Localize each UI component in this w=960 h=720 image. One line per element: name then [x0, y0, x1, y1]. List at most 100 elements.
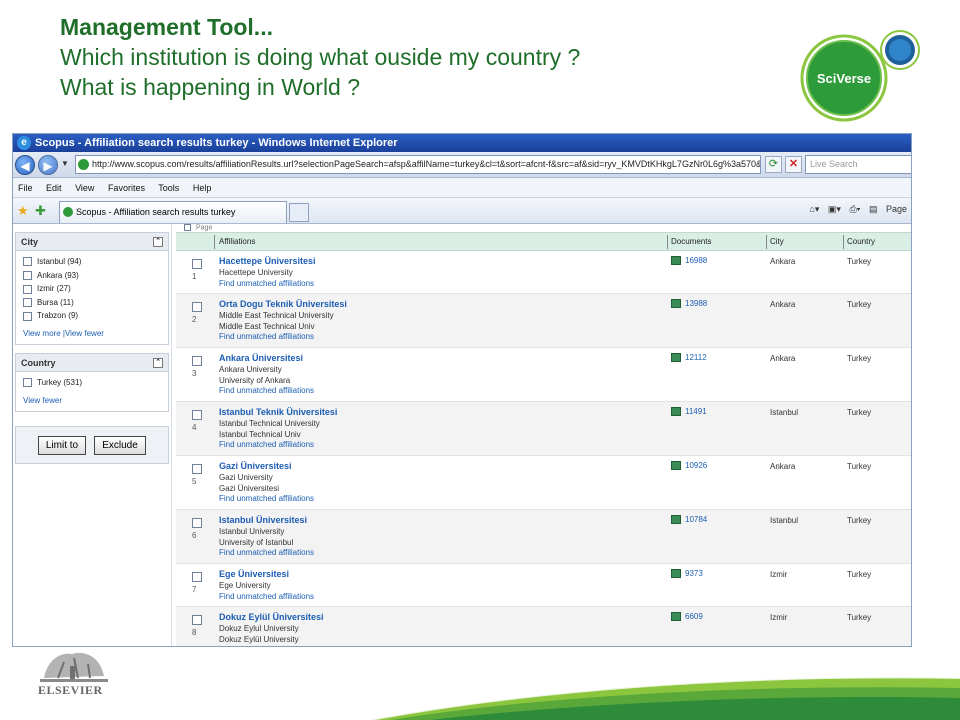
documents-count[interactable]: 6609 — [685, 612, 703, 621]
favorites-star-icon[interactable]: ★ — [17, 203, 29, 219]
back-button[interactable]: ◀ — [15, 155, 35, 175]
tab-scopus[interactable]: Scopus - Affiliation search results turk… — [59, 201, 287, 223]
column-affiliations[interactable]: Affiliations — [219, 233, 255, 251]
address-toolbar: ◀ ▶ ▼ http://www.scopus.com/results/affi… — [13, 152, 911, 178]
affiliation-link[interactable]: Hacettepe Üniversitesi — [219, 256, 316, 266]
row-checkbox[interactable] — [192, 518, 202, 528]
row-checkbox[interactable] — [192, 410, 202, 420]
results-rows: 1 Hacettepe Üniversitesi Hacettepe Univers… — [176, 251, 911, 646]
documents-icon — [671, 569, 681, 579]
affiliation-link[interactable]: Ege Üniversitesi — [219, 569, 289, 579]
live-search-input[interactable]: Live Search — [805, 155, 911, 174]
footer-swoosh — [370, 676, 960, 720]
find-unmatched-link[interactable]: Find unmatched affiliations — [219, 440, 314, 449]
column-country[interactable]: Country — [847, 233, 875, 251]
menu-file[interactable]: File — [18, 183, 33, 193]
facet-checkbox[interactable] — [23, 378, 32, 388]
affiliation-link[interactable]: Istanbul Üniversitesi — [219, 515, 307, 525]
documents-cell[interactable]: 16988 — [671, 256, 707, 266]
affiliation-link[interactable]: Dokuz Eylül Üniversitesi — [219, 612, 324, 622]
country-cell: Turkey — [847, 300, 872, 309]
find-unmatched-link[interactable]: Find unmatched affiliations — [219, 332, 314, 341]
page-content: City ⌃ Istanbul (94) Ankara (93) Izmir (… — [13, 224, 911, 646]
menu-edit[interactable]: Edit — [46, 183, 62, 193]
documents-cell[interactable]: 13988 — [671, 299, 707, 309]
facet-checkbox[interactable] — [23, 270, 32, 280]
documents-cell[interactable]: 11491 — [671, 407, 707, 417]
affiliation-variant: Istanbul University — [219, 527, 285, 536]
documents-count[interactable]: 10784 — [685, 515, 707, 524]
address-input[interactable]: http://www.scopus.com/results/affiliatio… — [75, 155, 761, 174]
facet-checkbox[interactable] — [23, 311, 32, 321]
print-icon[interactable]: ⎙▾ — [849, 204, 860, 214]
view-more-link[interactable]: View more |View fewer — [23, 329, 163, 338]
affiliation-variant: University of Ankara — [219, 375, 291, 385]
page-menu[interactable]: ▤ Page — [869, 204, 907, 214]
row-checkbox[interactable] — [192, 615, 202, 625]
row-checkbox[interactable] — [192, 356, 202, 366]
facet-label: Ankara (93) — [37, 270, 79, 280]
menu-tools[interactable]: Tools — [158, 183, 179, 193]
history-dropdown-icon[interactable]: ▼ — [61, 159, 69, 168]
title-line-1: Management Tool... — [60, 14, 273, 40]
find-unmatched-link[interactable]: Find unmatched affiliations — [219, 645, 314, 646]
facet-item[interactable]: Bursa (11) — [23, 296, 163, 310]
documents-count[interactable]: 13988 — [685, 299, 707, 308]
collapse-icon[interactable]: ⌃ — [153, 237, 163, 247]
documents-count[interactable]: 16988 — [685, 256, 707, 265]
row-checkbox[interactable] — [192, 464, 202, 474]
row-checkbox[interactable] — [192, 302, 202, 312]
facet-checkbox[interactable] — [23, 284, 32, 294]
documents-count[interactable]: 12112 — [685, 353, 707, 362]
stop-button[interactable]: ✕ — [785, 156, 802, 173]
home-icon[interactable]: ⌂▾ — [809, 204, 819, 214]
affiliation-link[interactable]: Istanbul Teknik Üniversitesi — [219, 407, 337, 417]
select-page-checkbox[interactable] — [184, 224, 191, 231]
column-city[interactable]: City — [770, 233, 784, 251]
documents-count[interactable]: 11491 — [685, 407, 707, 416]
facet-checkbox[interactable] — [23, 298, 32, 308]
facet-item[interactable]: Turkey (531) — [23, 376, 163, 390]
documents-cell[interactable]: 6609 — [671, 612, 703, 622]
table-row: 4 Istanbul Teknik Üniversitesi Istanbul Te… — [176, 402, 911, 456]
affiliation-link[interactable]: Ankara Üniversitesi — [219, 353, 303, 363]
find-unmatched-link[interactable]: Find unmatched affiliations — [219, 386, 314, 395]
find-unmatched-link[interactable]: Find unmatched affiliations — [219, 548, 314, 557]
exclude-button[interactable]: Exclude — [94, 435, 146, 455]
city-panel: City ⌃ Istanbul (94) Ankara (93) Izmir (… — [15, 232, 169, 345]
facet-checkbox[interactable] — [23, 257, 32, 267]
documents-cell[interactable]: 10926 — [671, 461, 707, 471]
forward-button[interactable]: ▶ — [38, 155, 58, 175]
add-favorite-icon[interactable]: ✚ — [35, 203, 46, 219]
limit-to-button[interactable]: Limit to — [38, 435, 86, 455]
new-tab-button[interactable] — [289, 203, 309, 222]
feeds-icon[interactable]: ▣▾ — [828, 204, 841, 214]
find-unmatched-link[interactable]: Find unmatched affiliations — [219, 494, 314, 503]
documents-cell[interactable]: 9373 — [671, 569, 703, 579]
documents-cell[interactable]: 10784 — [671, 515, 707, 525]
facet-item[interactable]: Ankara (93) — [23, 269, 163, 283]
facet-item[interactable]: Trabzon (9) — [23, 309, 163, 323]
collapse-icon[interactable]: ⌃ — [153, 357, 163, 368]
site-icon — [78, 159, 89, 170]
find-unmatched-link[interactable]: Find unmatched affiliations — [219, 592, 314, 601]
table-row: 2 Orta Dogu Teknik Üniversitesi Middle Eas… — [176, 294, 911, 348]
row-checkbox[interactable] — [192, 259, 202, 269]
view-fewer-link[interactable]: View fewer — [23, 396, 163, 405]
title-line-2: Which institution is doing what ouside m… — [60, 44, 581, 70]
facet-item[interactable]: Izmir (27) — [23, 282, 163, 296]
menu-view[interactable]: View — [75, 183, 94, 193]
documents-count[interactable]: 9373 — [685, 569, 703, 578]
menu-favorites[interactable]: Favorites — [108, 183, 145, 193]
facet-item[interactable]: Istanbul (94) — [23, 255, 163, 269]
refresh-button[interactable]: ⟳ — [765, 156, 782, 173]
row-checkbox[interactable] — [192, 572, 202, 582]
documents-count[interactable]: 10926 — [685, 461, 707, 470]
affiliation-link[interactable]: Gazi Üniversitesi — [219, 461, 292, 471]
column-documents[interactable]: Documents — [671, 233, 711, 251]
affiliation-link[interactable]: Orta Dogu Teknik Üniversitesi — [219, 299, 347, 309]
row-number: 1 — [192, 272, 197, 281]
menu-help[interactable]: Help — [193, 183, 212, 193]
find-unmatched-link[interactable]: Find unmatched affiliations — [219, 279, 314, 288]
documents-cell[interactable]: 12112 — [671, 353, 707, 363]
